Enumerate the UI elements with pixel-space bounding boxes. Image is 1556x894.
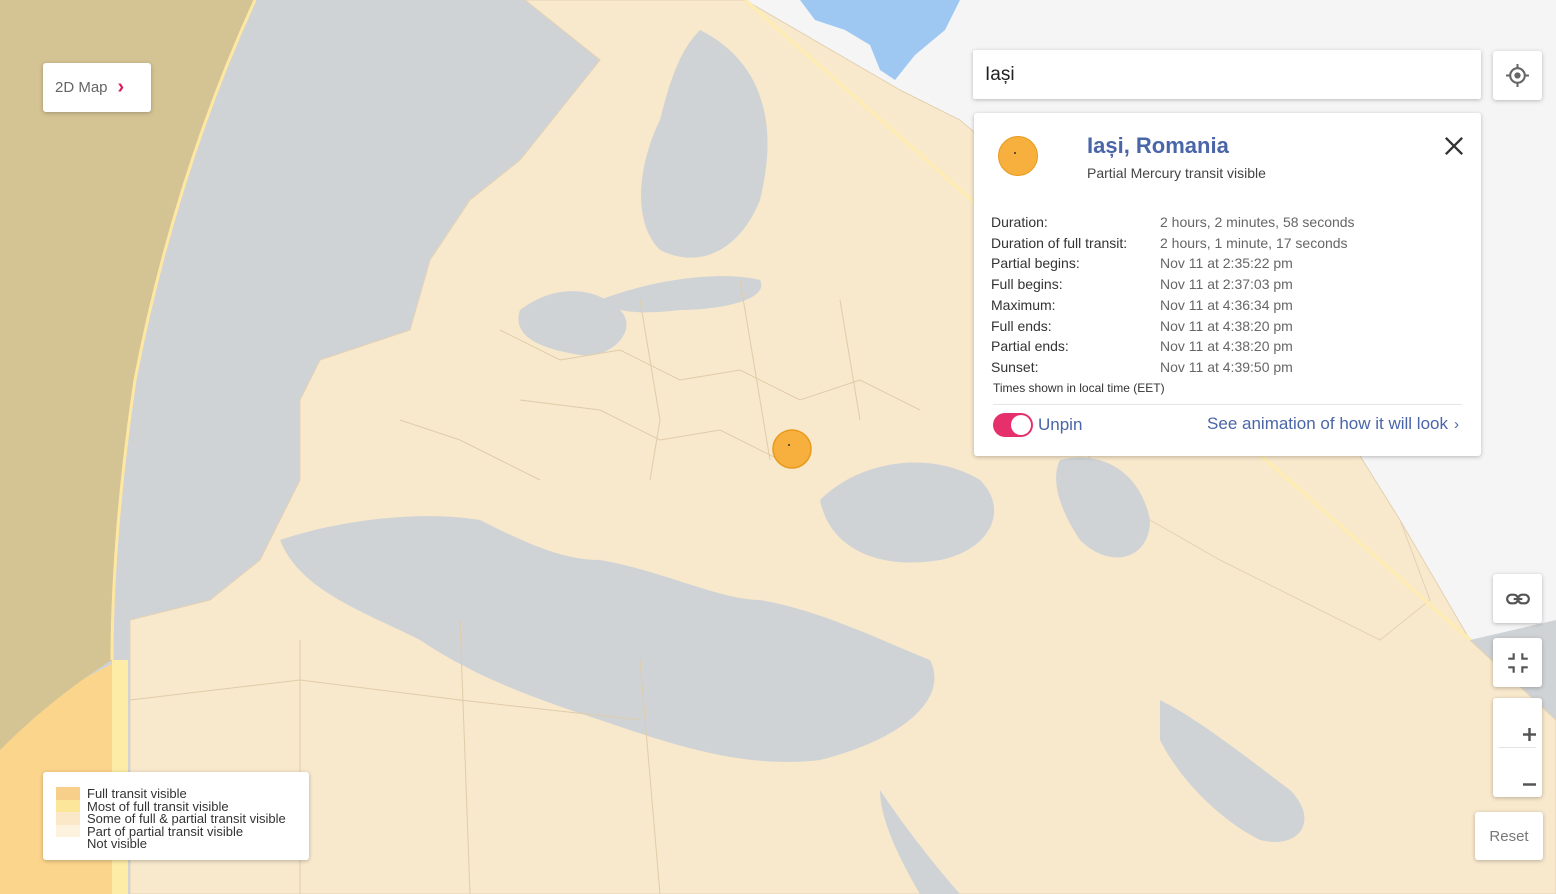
legend-swatch: [56, 812, 80, 825]
legend-swatch: [56, 824, 80, 838]
crosshair-icon: [1506, 64, 1529, 87]
location-info-panel: Iași, Romania Partial Mercury transit vi…: [974, 113, 1481, 456]
chevron-right-icon: ›: [117, 76, 125, 98]
mercury-dot: [1014, 152, 1016, 154]
table-row: Partial begins: Nov 11 at 2:35:22 pm: [991, 253, 1355, 274]
table-row: Duration of full transit: 2 hours, 1 minu…: [991, 233, 1355, 254]
share-link-button[interactable]: [1493, 574, 1542, 623]
zoom-control: [1493, 698, 1542, 797]
table-row: Duration: 2 hours, 2 minutes, 58 seconds: [991, 212, 1355, 233]
chevron-right-icon: ›: [1454, 416, 1459, 433]
legend-label: Not visible: [87, 836, 147, 851]
locate-button[interactable]: [1493, 51, 1542, 100]
reset-button[interactable]: Reset: [1475, 812, 1543, 860]
exit-fullscreen-icon: [1508, 653, 1528, 673]
table-row: Full ends: Nov 11 at 4:38:20 pm: [991, 316, 1355, 337]
row-value: Nov 11 at 4:38:20 pm: [1160, 338, 1293, 355]
close-icon: [1445, 137, 1463, 155]
row-label: Duration of full transit:: [991, 234, 1128, 251]
legend-swatch: [56, 837, 80, 850]
2d-map-button[interactable]: 2D Map ›: [43, 63, 151, 112]
row-value: Nov 11 at 4:38:20 pm: [1160, 317, 1293, 334]
row-value: 2 hours, 1 minute, 17 seconds: [1160, 234, 1348, 251]
timezone-note: Times shown in local time (EET): [993, 381, 1165, 395]
row-label: Full ends:: [991, 317, 1052, 334]
legend-swatch: [56, 799, 80, 813]
transit-times-table: Duration: 2 hours, 2 minutes, 58 seconds …: [991, 212, 1355, 378]
toggle-knob: [1011, 415, 1031, 435]
table-row: Partial ends: Nov 11 at 4:38:20 pm: [991, 336, 1355, 357]
row-value: Nov 11 at 2:37:03 pm: [1160, 276, 1293, 293]
zoom-in-button[interactable]: [1493, 698, 1542, 747]
close-button[interactable]: [1440, 132, 1468, 160]
row-label: Partial ends:: [991, 338, 1069, 355]
legend-swatch: [56, 787, 80, 800]
divider: [993, 404, 1462, 405]
row-label: Duration:: [991, 214, 1048, 230]
row-label: Partial begins:: [991, 255, 1080, 272]
search-input[interactable]: [973, 50, 1481, 99]
minus-icon: [1523, 783, 1536, 786]
zoom-out-button[interactable]: [1493, 748, 1542, 797]
row-value: Nov 11 at 4:36:34 pm: [1160, 296, 1293, 313]
animation-link-label: See animation of how it will look: [1207, 414, 1448, 433]
row-label: Sunset:: [991, 358, 1039, 375]
location-title: Iași, Romania: [1087, 133, 1229, 158]
animation-link[interactable]: See animation of how it will look ›: [1207, 414, 1459, 434]
unpin-label[interactable]: Unpin: [1038, 415, 1082, 435]
row-label: Maximum:: [991, 296, 1056, 313]
legend-item: Part of partial transit visible: [56, 824, 243, 839]
pin-toggle[interactable]: [993, 413, 1033, 437]
table-row: Maximum: Nov 11 at 4:36:34 pm: [991, 295, 1355, 316]
row-label: Full begins:: [991, 276, 1063, 293]
table-row: Sunset: Nov 11 at 4:39:50 pm: [991, 357, 1355, 378]
exit-fullscreen-button[interactable]: [1493, 638, 1542, 687]
map-legend: Full transit visible Most of full transi…: [43, 772, 309, 860]
row-value: Nov 11 at 4:39:50 pm: [1160, 358, 1293, 375]
legend-item: Not visible: [56, 836, 147, 851]
2d-map-label: 2D Map: [55, 79, 108, 96]
link-icon: [1506, 593, 1530, 605]
location-marker[interactable]: [772, 429, 812, 469]
sun-icon: [998, 136, 1038, 176]
visibility-subtitle: Partial Mercury transit visible: [1087, 165, 1266, 181]
row-value: 2 hours, 2 minutes, 58 seconds: [1160, 214, 1355, 230]
row-value: Nov 11 at 2:35:22 pm: [1160, 255, 1293, 272]
table-row: Full begins: Nov 11 at 2:37:03 pm: [991, 274, 1355, 295]
